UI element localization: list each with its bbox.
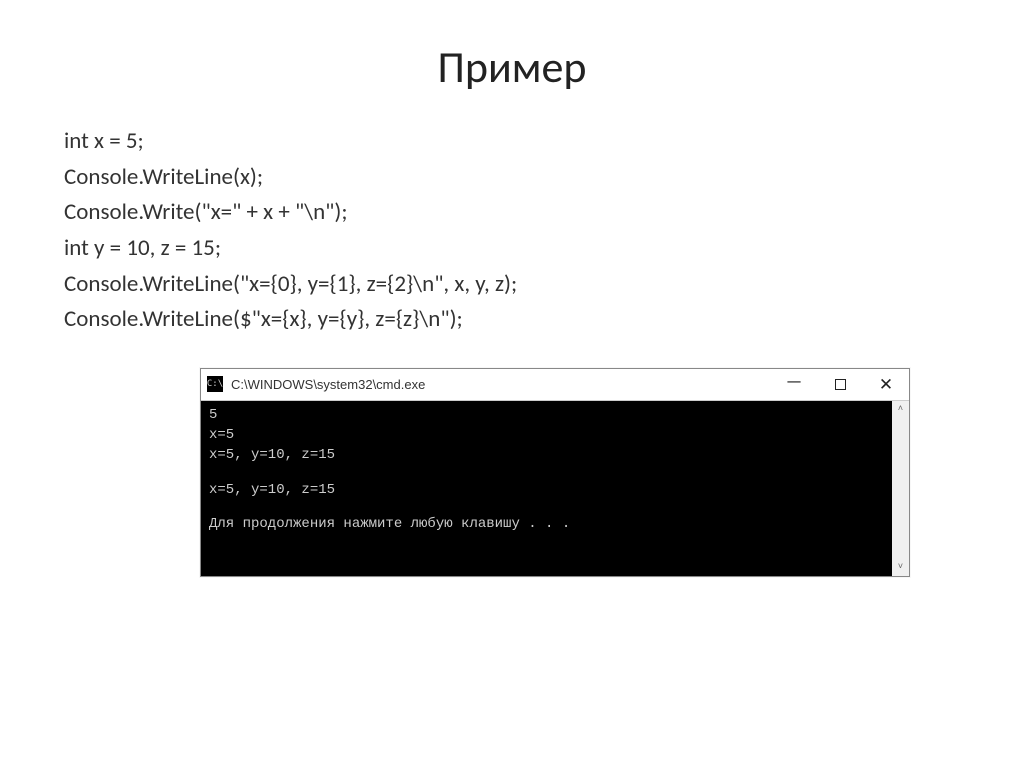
scroll-up-icon[interactable]: ˄ bbox=[892, 401, 909, 418]
maximize-button[interactable] bbox=[817, 369, 863, 400]
output-line: x=5, y=10, z=15 bbox=[209, 445, 884, 465]
output-line: x=5, y=10, z=15 bbox=[209, 480, 884, 500]
minimize-button[interactable]: — bbox=[771, 366, 817, 397]
square-icon bbox=[835, 379, 846, 390]
window-title: C:\WINDOWS\system32\cmd.exe bbox=[231, 377, 771, 392]
blank-line bbox=[209, 500, 884, 514]
code-line: int x = 5; bbox=[64, 124, 964, 160]
code-line: int y = 10, z = 15; bbox=[64, 231, 964, 267]
output-line: x=5 bbox=[209, 425, 884, 445]
scroll-down-icon[interactable]: ˅ bbox=[892, 559, 909, 576]
code-block: int x = 5; Console.WriteLine(x); Console… bbox=[64, 124, 964, 338]
code-line: Console.WriteLine("x={0}, y={1}, z={2}\n… bbox=[64, 267, 964, 303]
output-line: Для продолжения нажмите любую клавишу . … bbox=[209, 514, 884, 534]
output-line: 5 bbox=[209, 405, 884, 425]
slide: Пример int x = 5; Console.WriteLine(x); … bbox=[0, 0, 1024, 767]
cmd-window: C:\ C:\WINDOWS\system32\cmd.exe — ✕ 5 x=… bbox=[200, 368, 910, 577]
slide-title: Пример bbox=[60, 40, 964, 94]
scrollbar[interactable]: ˄ ˅ bbox=[892, 401, 909, 576]
close-button[interactable]: ✕ bbox=[863, 369, 909, 400]
code-line: Console.WriteLine($"x={x}, y={y}, z={z}\… bbox=[64, 302, 964, 338]
window-controls: — ✕ bbox=[771, 369, 909, 400]
code-line: Console.WriteLine(x); bbox=[64, 160, 964, 196]
cmd-output: 5 x=5 x=5, y=10, z=15 x=5, y=10, z=15 Дл… bbox=[209, 405, 901, 534]
cmd-icon: C:\ bbox=[207, 376, 223, 392]
blank-line bbox=[209, 466, 884, 480]
code-line: Console.Write("x=" + x + "\n"); bbox=[64, 195, 964, 231]
titlebar: C:\ C:\WINDOWS\system32\cmd.exe — ✕ bbox=[201, 369, 909, 401]
cmd-body: 5 x=5 x=5, y=10, z=15 x=5, y=10, z=15 Дл… bbox=[201, 401, 909, 576]
